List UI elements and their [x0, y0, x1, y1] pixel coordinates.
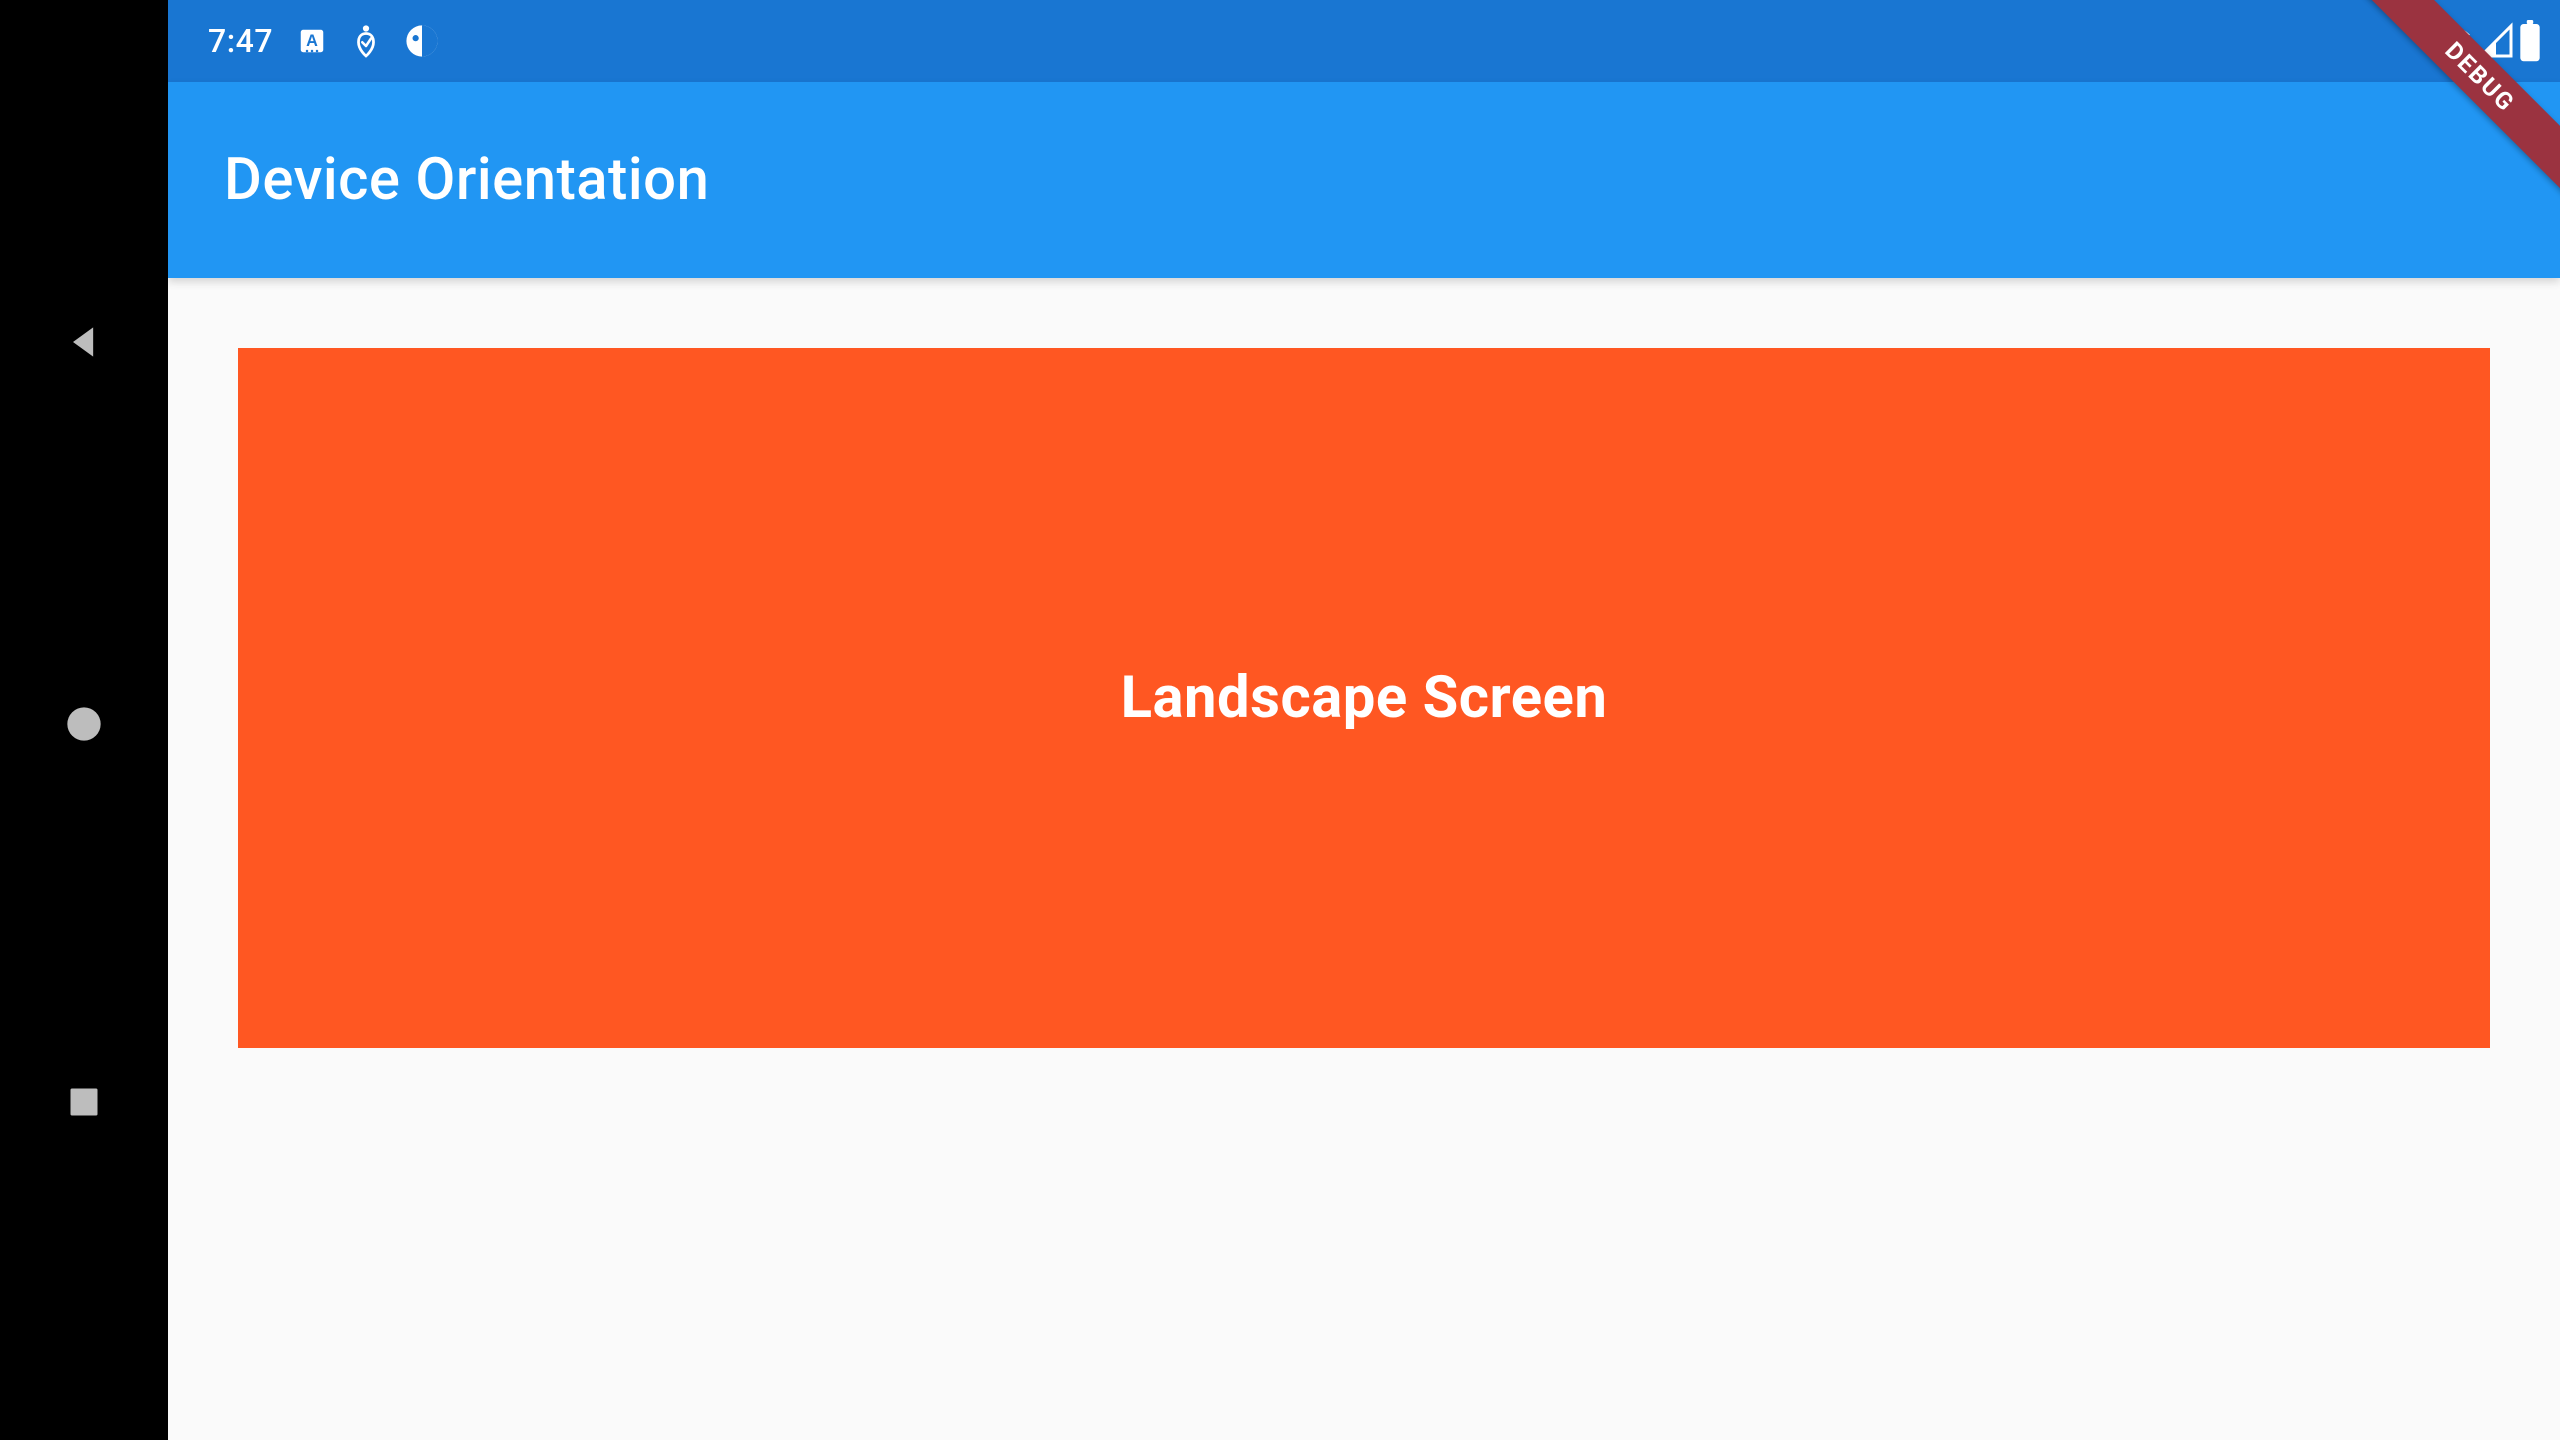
app-bar: Device Orientation	[168, 82, 2560, 278]
android-nav-bar	[0, 0, 168, 1440]
app-bar-title: Device Orientation	[224, 146, 709, 214]
svg-text:A: A	[306, 32, 318, 50]
keyboard-icon: A	[297, 26, 327, 56]
home-button[interactable]	[64, 704, 104, 744]
wifi-icon	[2434, 22, 2474, 60]
back-button[interactable]	[62, 320, 106, 364]
status-time: 7:47	[208, 22, 273, 60]
location-icon	[351, 23, 381, 59]
status-bar: 7:47 A	[168, 0, 2560, 82]
orientation-label: Landscape Screen	[1121, 664, 1608, 732]
body-area: Landscape Screen	[168, 278, 2560, 1440]
orientation-display-box: Landscape Screen	[238, 348, 2490, 1048]
status-bar-left: 7:47 A	[208, 22, 439, 60]
recent-apps-button[interactable]	[66, 1084, 102, 1120]
status-bar-right	[2434, 20, 2542, 62]
screen-content: 7:47 A	[168, 0, 2560, 1440]
app-notification-icon	[405, 24, 439, 58]
battery-icon	[2518, 20, 2542, 62]
signal-icon	[2478, 22, 2514, 60]
